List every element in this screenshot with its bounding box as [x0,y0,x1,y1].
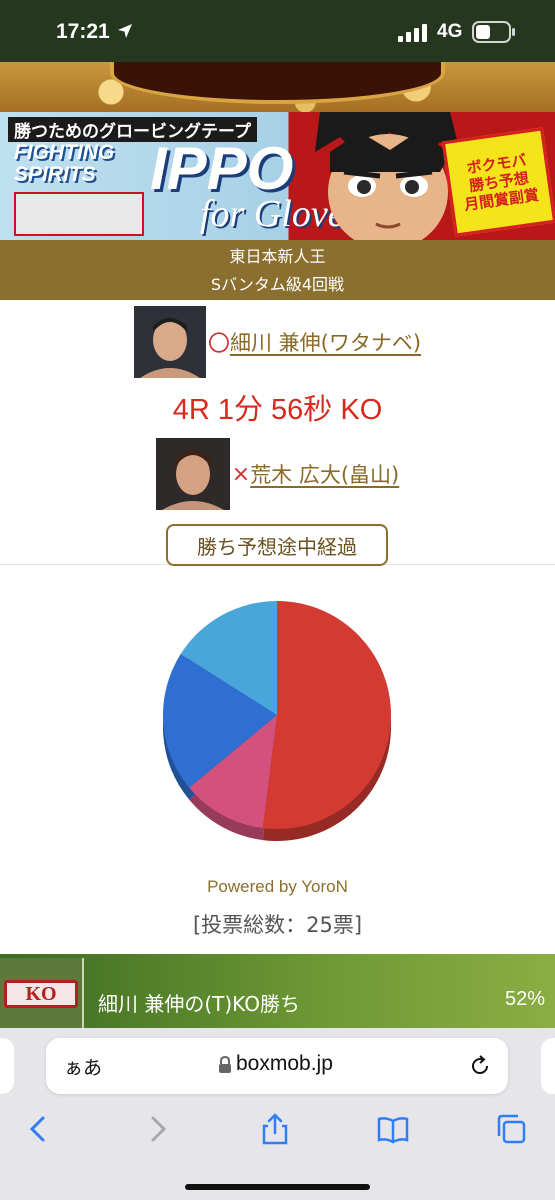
winner-row: 〇 細川 兼伸(ワタナベ) [0,304,555,380]
pie-chart [162,601,392,841]
event-division: Sバンタム級4回戦 [210,275,345,294]
glove-banner-ad[interactable]: 勝つためのグロービングテープ FIGHTING SPIRITS IPPO for… [0,62,555,240]
reload-icon[interactable] [468,1054,492,1078]
url-text: boxmob.jp [236,1052,333,1075]
ad-prediction-text: 細川 兼伸の(T)KO勝ち [98,992,300,1016]
banner-fighting-line: FIGHTING [14,141,115,164]
lock-icon [219,1056,231,1073]
bookmarks-icon[interactable] [376,1112,410,1146]
banner-ippo-logo: IPPO [150,135,294,202]
loser-row: × 荒木 広大(畠山) [0,436,555,512]
prize-badge: ボクモバ 勝ち予想 月間賞副賞 [441,127,555,237]
ko-logo-text: KO [4,980,78,1008]
vote-total: [投票総数：25票] [192,913,363,937]
back-icon[interactable] [22,1112,56,1146]
prediction-ad-bar[interactable]: KO 細川 兼伸の(T)KO勝ち 52% [0,952,555,1028]
browser-toolbar: ぁあ boxmob.jp [0,1028,555,1200]
powered-by-label: Powered by YoroN [207,877,348,896]
ko-logo: KO [0,958,84,1028]
previous-tab-preview[interactable] [0,1038,14,1094]
event-title: 東日本新人王 [229,247,326,266]
network-label: 4G [437,21,463,42]
loss-mark: × [231,461,251,487]
forward-icon[interactable] [140,1112,174,1146]
banner-fighting-spirits: FIGHTING SPIRITS [14,142,114,186]
loser-name-link[interactable]: 荒木 広大(畠山) [250,459,399,489]
fight-result: 4R 1分 56秒 KO [172,394,383,426]
next-tab-preview[interactable] [541,1038,555,1094]
banner-spirits-line: SPIRITS [14,163,96,186]
event-header: 東日本新人王 Sバンタム級4回戦 [0,240,555,300]
prediction-chart: Powered by YoroN [投票総数：25票] [0,564,555,952]
pie-slice [262,601,391,829]
tape-product-image [14,192,144,236]
page-settings-button[interactable]: ぁあ [64,1053,102,1080]
win-mark: 〇 [207,332,230,357]
prediction-progress-button[interactable]: 勝ち予想途中経過 [166,524,388,566]
loser-avatar [155,438,230,510]
signal-icon [398,24,427,42]
winner-avatar [133,306,206,378]
address-bar[interactable]: ぁあ boxmob.jp [46,1038,508,1094]
boxer-character-illustration [315,112,460,240]
status-bar: 17:21 4G [0,0,555,62]
battery-icon [472,21,515,43]
home-indicator[interactable] [185,1184,370,1190]
location-arrow-icon [118,24,132,38]
ad-percent: 52% [504,988,545,1010]
banner-main: 勝つためのグロービングテープ FIGHTING SPIRITS IPPO for… [0,112,555,240]
share-icon[interactable] [258,1112,292,1146]
status-time: 17:21 [56,20,110,43]
tabs-icon[interactable] [494,1112,528,1146]
winner-name-link[interactable]: 細川 兼伸(ワタナベ) [230,327,421,357]
